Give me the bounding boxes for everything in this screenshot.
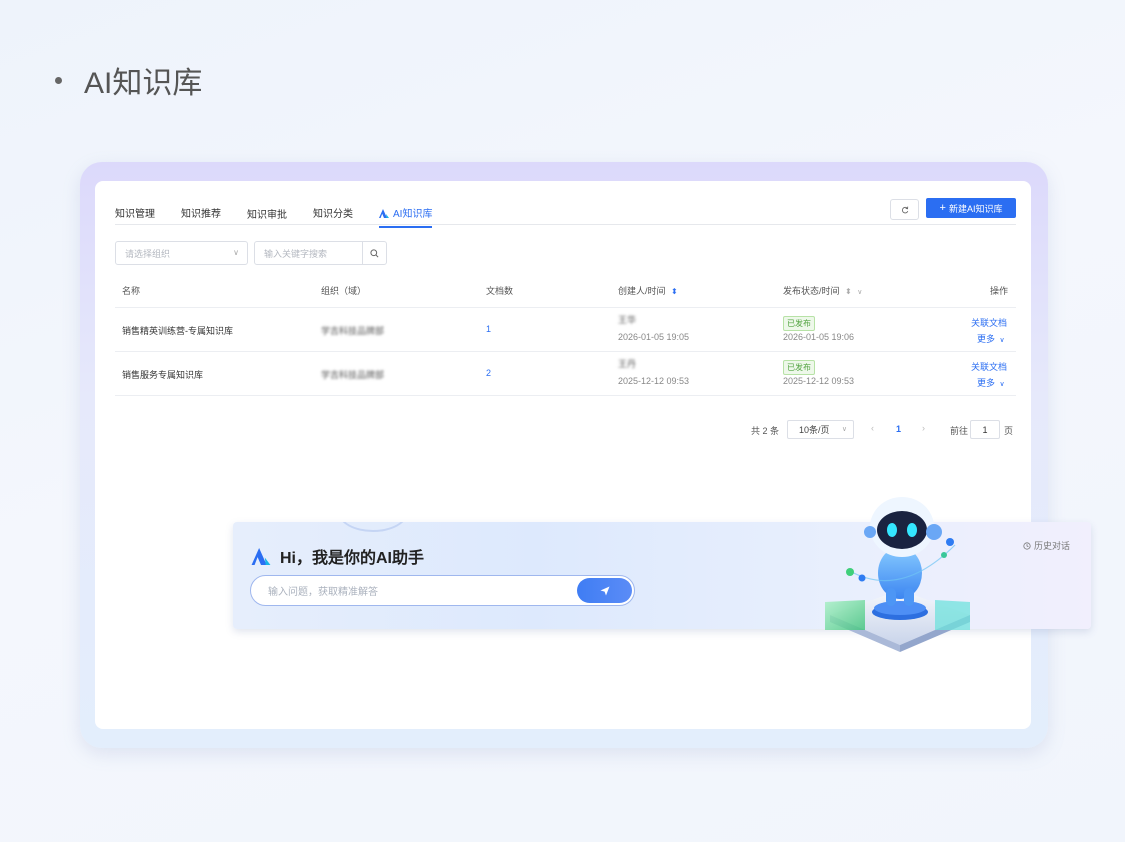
tab-label: 知识推荐 [181, 209, 221, 220]
sort-icon[interactable]: ⬍ [671, 287, 678, 296]
send-button[interactable] [577, 578, 632, 603]
ai-logo-icon [379, 209, 389, 218]
refresh-button[interactable] [890, 199, 919, 220]
robot-mascot-illustration [825, 497, 970, 652]
bullet-dot [55, 76, 62, 84]
page-size-label: 10条/页 [799, 425, 830, 435]
new-button-label: 新建AI知识库 [948, 203, 1003, 214]
search-icon [370, 248, 379, 257]
col-publish-status[interactable]: 发布状态/时间 ⬍ ∨ [783, 284, 862, 297]
refresh-icon [901, 206, 908, 213]
org-select[interactable]: 请选择组织 ∨ [115, 241, 248, 265]
ask-placeholder: 输入问题，获取精准解答 [268, 587, 378, 598]
row-created-time: 2025-12-12 09:53 [618, 376, 690, 386]
status-badge: 已发布 [783, 316, 815, 331]
chevron-down-icon: ∨ [841, 426, 847, 433]
col-status-label: 发布状态/时间 [783, 286, 840, 296]
col-actions: 操作 [990, 286, 1009, 296]
sort-icon[interactable]: ⬍ [845, 287, 852, 296]
row-org: 学吉科技品牌部 [321, 370, 385, 380]
more-label: 更多 [977, 378, 996, 388]
row-creator: 王丹 [618, 359, 637, 369]
slide-title-text: AI知识库 [84, 67, 203, 100]
org-select-placeholder: 请选择组织 [125, 248, 171, 259]
chevron-down-icon: ∨ [999, 381, 1005, 388]
search-button[interactable] [362, 242, 386, 264]
slide-title: AI知识库 [55, 58, 202, 102]
row-divider [115, 395, 1016, 396]
new-ai-knowledge-button[interactable]: + 新建AI知识库 [926, 198, 1016, 218]
chevron-down-icon: ∨ [999, 337, 1005, 344]
row-divider [115, 351, 1016, 352]
chevron-down-icon: ∨ [233, 248, 239, 257]
tabs-divider [115, 224, 1016, 225]
row-doc-count-link[interactable]: 2 [486, 368, 491, 378]
page-number-current[interactable]: 1 [896, 424, 901, 434]
page-size-select[interactable]: 10条/页 ∨ [787, 420, 854, 439]
row-published-time: 2026-01-05 19:06 [783, 332, 855, 342]
row-org: 学吉科技品牌部 [321, 326, 385, 336]
assistant-title-text: Hi，我是你的AI助手 [280, 550, 425, 567]
next-page-button[interactable]: › [922, 423, 925, 433]
col-creator[interactable]: 创建人/时间 ⬍ [618, 284, 678, 297]
row-name: 销售服务专属知识库 [122, 370, 204, 380]
goto-page-input[interactable]: 1 [970, 420, 1000, 439]
filter-chevron-icon[interactable]: ∨ [857, 289, 862, 296]
more-button[interactable]: 更多 ∨ [977, 376, 1005, 389]
row-created-time: 2026-01-05 19:05 [618, 332, 690, 342]
ask-question-input[interactable]: 输入问题，获取精准解答 [250, 575, 635, 606]
decorative-arc [338, 522, 408, 532]
col-name: 名称 [122, 286, 141, 296]
clock-icon [1023, 541, 1031, 550]
row-doc-count-link[interactable]: 1 [486, 324, 491, 334]
search-placeholder: 输入关键字搜索 [264, 248, 328, 259]
goto-prefix: 前往 [950, 426, 969, 436]
tab-label: AI知识库 [393, 209, 433, 220]
more-label: 更多 [977, 334, 996, 344]
row-published-time: 2025-12-12 09:53 [783, 376, 855, 386]
keyword-search-input[interactable]: 输入关键字搜索 [254, 241, 387, 265]
plus-icon: + [939, 201, 946, 214]
status-badge: 已发布 [783, 360, 815, 375]
row-creator: 王华 [618, 315, 637, 325]
col-doc-count: 文档数 [486, 286, 514, 296]
history-label: 历史对话 [1034, 541, 1071, 551]
col-org: 组织（域） [321, 286, 367, 296]
link-documents-button[interactable]: 关联文档 [971, 316, 1007, 329]
prev-page-button[interactable]: ‹ [871, 423, 874, 433]
ai-logo-icon [251, 547, 271, 565]
goto-suffix: 页 [1004, 426, 1014, 436]
row-name: 销售精英训练营-专属知识库 [122, 326, 233, 336]
history-chat-button[interactable]: 历史对话 [1023, 539, 1070, 552]
tab-label: 知识分类 [313, 209, 353, 220]
assistant-title: Hi，我是你的AI助手 [251, 544, 424, 568]
tab-label: 知识审批 [247, 210, 287, 221]
link-documents-button[interactable]: 关联文档 [971, 360, 1007, 373]
pagination-total: 共 2 条 [751, 426, 780, 436]
more-button[interactable]: 更多 ∨ [977, 332, 1005, 345]
tab-label: 知识管理 [115, 209, 155, 220]
header-divider [115, 307, 1016, 308]
col-creator-label: 创建人/时间 [618, 286, 666, 296]
send-icon [600, 586, 609, 595]
